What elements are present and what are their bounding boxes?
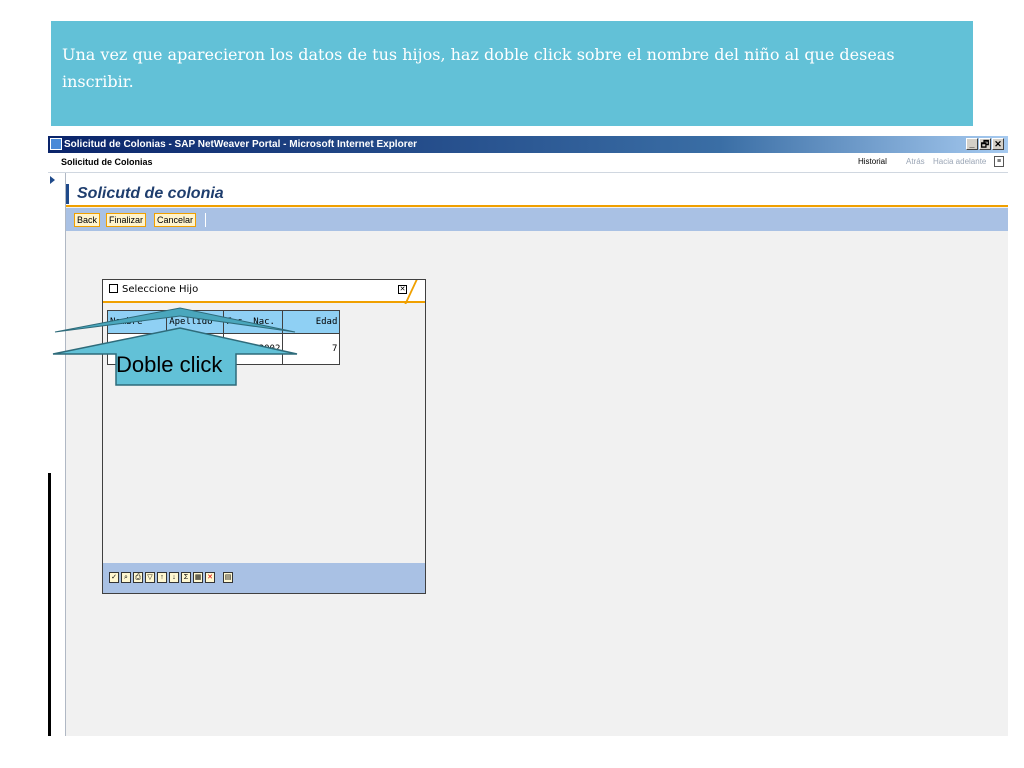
title-marker	[66, 184, 69, 204]
sum-icon[interactable]: Σ	[181, 572, 191, 583]
sort-asc-icon[interactable]: ↑	[157, 572, 167, 583]
export-icon[interactable]: ▤	[223, 572, 233, 583]
window-title: Solicitud de Colonias - SAP NetWeaver Po…	[64, 139, 418, 150]
column-header-fecha[interactable]: Fec. Nac.	[223, 310, 284, 334]
instruction-text: Una vez que aparecieron los datos de tus…	[62, 45, 895, 91]
dialog-titlebar: Seleccione Hijo ✕	[103, 280, 425, 304]
options-menu-icon[interactable]: ≡	[994, 156, 1004, 167]
history-forward-link[interactable]: Hacia adelante	[933, 157, 986, 166]
find-icon[interactable]: ⌕	[121, 572, 131, 583]
filter-icon[interactable]: ▽	[145, 572, 155, 583]
internet-explorer-icon	[50, 138, 62, 150]
cancelar-button[interactable]: Cancelar	[154, 213, 197, 227]
main-content: Solicutd de colonia Back Finalizar Cance…	[66, 173, 1008, 736]
column-header-edad[interactable]: Edad	[282, 310, 341, 334]
close-window-button[interactable]: ✕	[992, 138, 1004, 150]
browser-window: Solicitud de Colonias - SAP NetWeaver Po…	[48, 136, 1008, 736]
sort-desc-icon[interactable]: ↓	[169, 572, 179, 583]
dialog-window-icon	[109, 284, 118, 293]
maximize-button[interactable]: 🗗	[979, 138, 991, 150]
portal-header: Solicitud de Colonias Historial Atrás Ha…	[48, 153, 1008, 173]
header-underline	[66, 205, 1008, 207]
print-icon[interactable]: ⎙	[133, 572, 143, 583]
back-button[interactable]: Back	[74, 213, 101, 227]
minimize-button[interactable]: _	[966, 138, 978, 150]
column-header-nombre[interactable]: Nombre	[106, 310, 168, 334]
dialog-close-button[interactable]: ✕	[398, 285, 407, 294]
dialog-footer-toolbar: ✓ ⌕ ⎙ ▽ ↑ ↓ Σ ▦ ✕ ▤	[103, 563, 425, 593]
layout-icon[interactable]: ▦	[193, 572, 203, 583]
table-header-row: Nombre Apellido Fec. Nac. Edad	[106, 310, 341, 334]
page-header: Solicutd de colonia	[66, 173, 1008, 207]
delete-icon[interactable]: ✕	[205, 572, 215, 583]
child-edad-cell[interactable]: 7	[282, 333, 341, 365]
panel-divider	[48, 473, 51, 736]
toolbar-separator	[205, 213, 206, 227]
page-toolbar: Back Finalizar Cancelar	[66, 208, 1008, 231]
history-menu[interactable]: Historial	[858, 157, 887, 166]
finalizar-button[interactable]: Finalizar	[106, 213, 147, 227]
dialog-title: Seleccione Hijo	[122, 284, 199, 295]
window-titlebar: Solicitud de Colonias - SAP NetWeaver Po…	[48, 136, 1008, 153]
callout-label: Doble click	[116, 352, 223, 377]
expand-arrow-icon[interactable]	[50, 176, 55, 184]
history-back-link[interactable]: Atrás	[906, 157, 925, 166]
page-title: Solicutd de colonia	[77, 185, 224, 202]
seleccione-hijo-dialog: Seleccione Hijo ✕ Nombre Apellido Fec. N…	[102, 279, 426, 594]
column-header-apellido[interactable]: Apellido	[166, 310, 225, 334]
check-icon[interactable]: ✓	[109, 572, 119, 583]
portal-page-title: Solicitud de Colonias	[61, 157, 153, 167]
navigation-panel-strip[interactable]	[48, 173, 66, 736]
instruction-banner: Una vez que aparecieron los datos de tus…	[51, 21, 973, 126]
